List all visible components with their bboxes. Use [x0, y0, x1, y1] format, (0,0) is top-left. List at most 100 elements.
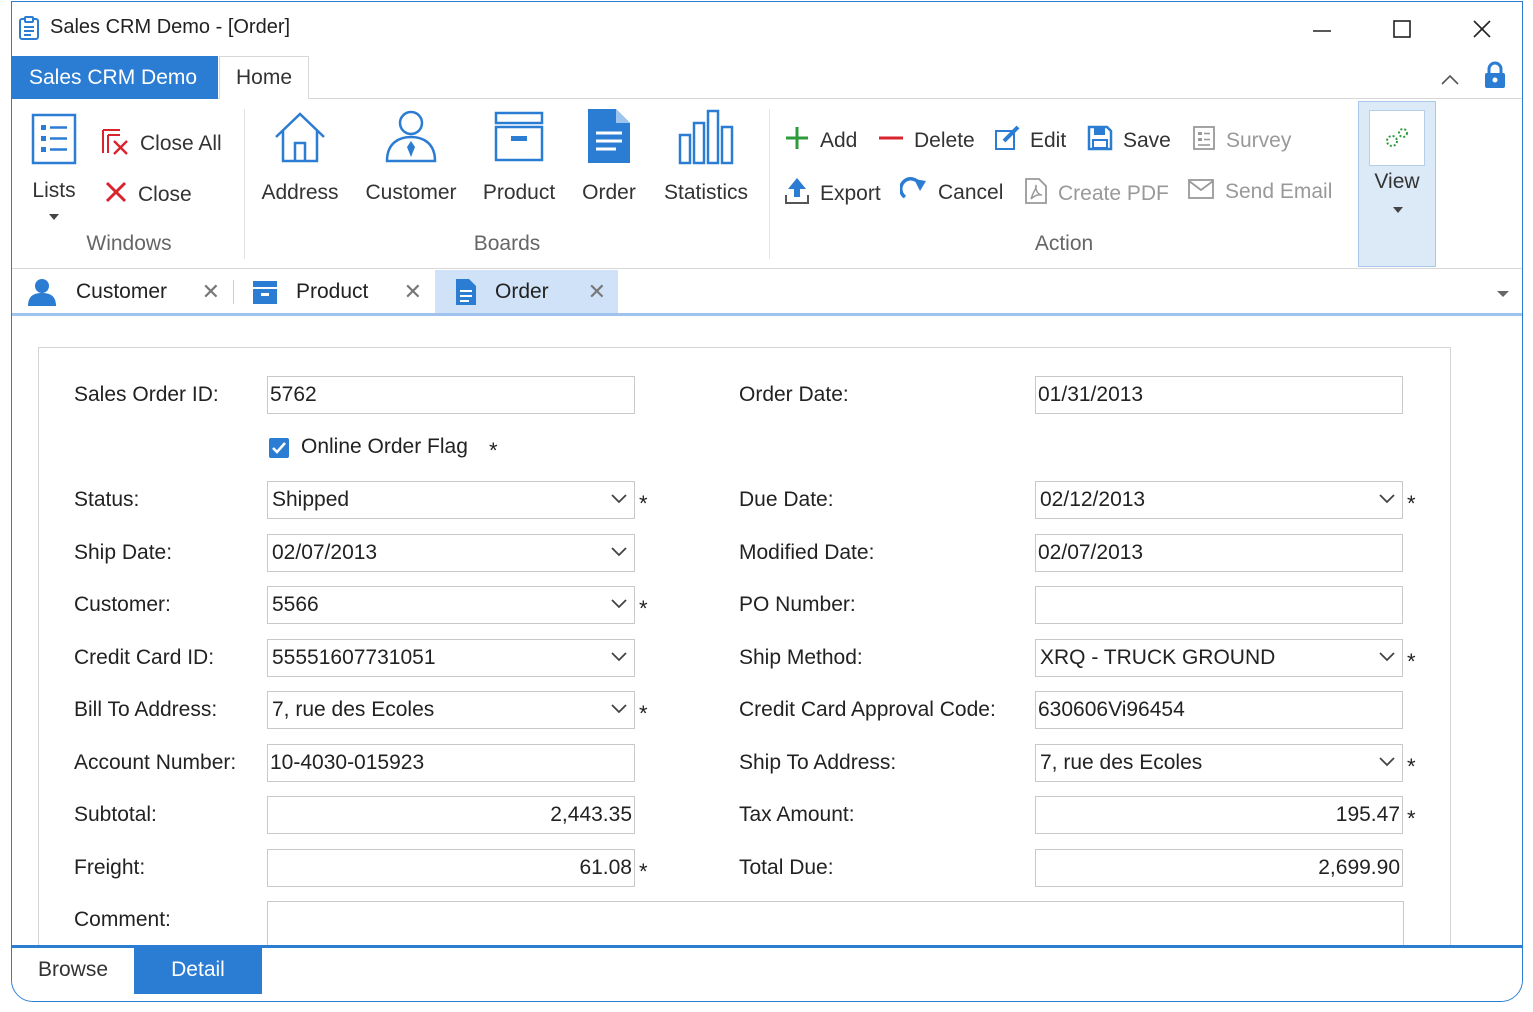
tab-customer[interactable]: Customer ✕ — [12, 270, 232, 313]
chevron-down-icon — [611, 704, 627, 714]
order-date-field[interactable]: 01/31/2013 — [1035, 376, 1403, 414]
subtotal-label: Subtotal: — [74, 803, 157, 826]
export-button[interactable]: Export — [784, 177, 881, 211]
document-icon — [455, 278, 477, 306]
clipboard-icon — [18, 16, 40, 40]
chevron-down-icon — [611, 599, 627, 609]
ship-to-address-label: Ship To Address: — [739, 751, 897, 774]
freight-field[interactable]: 61.08 — [267, 849, 635, 887]
statistics-board-button[interactable]: Statistics — [656, 107, 756, 205]
close-button[interactable]: Close — [104, 180, 192, 210]
customer-combo[interactable]: 5566 — [267, 586, 635, 624]
ship-method-combo[interactable]: XRQ - TRUCK GROUND — [1035, 639, 1403, 677]
product-label: Product — [482, 181, 556, 204]
save-button[interactable]: Save — [1087, 125, 1171, 157]
statistics-label: Statistics — [663, 181, 749, 204]
maximize-button[interactable] — [1362, 8, 1442, 50]
online-order-flag-label: Online Order Flag — [301, 435, 468, 458]
chevron-down-icon — [611, 494, 627, 504]
collapse-ribbon-icon[interactable] — [1440, 68, 1460, 92]
minimize-button[interactable] — [1282, 8, 1362, 50]
close-tab-icon[interactable]: ✕ — [404, 279, 422, 305]
product-board-button[interactable]: Product — [479, 107, 559, 205]
due-date-value: 02/12/2013 — [1040, 488, 1146, 511]
minus-icon — [878, 125, 904, 157]
customer-label: Customer: — [74, 593, 171, 616]
ship-method-value: XRQ - TRUCK GROUND — [1040, 646, 1276, 669]
tax-amount-field[interactable]: 195.47 — [1035, 796, 1403, 834]
due-date-picker[interactable]: 02/12/2013 — [1035, 481, 1403, 519]
house-icon — [272, 109, 328, 171]
close-all-button[interactable]: Close All — [100, 127, 222, 161]
tab-product[interactable]: Product ✕ — [238, 270, 434, 313]
order-board-button[interactable]: Order — [574, 107, 644, 205]
close-x-icon — [104, 180, 128, 210]
required-marker: * — [1407, 649, 1416, 674]
po-number-field[interactable] — [1035, 586, 1403, 624]
cancel-button[interactable]: Cancel — [899, 177, 1003, 209]
maximize-icon — [1393, 20, 1411, 38]
total-due-field[interactable]: 2,699.90 — [1035, 849, 1403, 887]
modified-date-label: Modified Date: — [739, 541, 875, 564]
modified-date-field[interactable]: 02/07/2013 — [1035, 534, 1403, 572]
box-icon — [252, 279, 278, 305]
lock-icon[interactable] — [1482, 60, 1508, 96]
add-label: Add — [820, 129, 858, 152]
sales-order-id-field[interactable]: 5762 — [267, 376, 635, 414]
close-tab-icon[interactable]: ✕ — [588, 279, 606, 305]
tab-browse[interactable]: Browse — [12, 948, 134, 994]
minimize-icon — [1313, 30, 1331, 32]
bill-to-address-label: Bill To Address: — [74, 698, 218, 721]
add-button[interactable]: Add — [784, 125, 857, 157]
chevron-down-icon — [611, 652, 627, 662]
group-divider — [769, 109, 770, 259]
order-label: Order — [582, 181, 636, 204]
delete-button[interactable]: Delete — [878, 125, 975, 157]
tab-app-menu[interactable]: Sales CRM Demo — [12, 56, 218, 99]
cc-approval-code-field[interactable]: 630606Vi96454 — [1035, 691, 1403, 729]
tab-detail[interactable]: Detail — [134, 948, 262, 994]
lists-label: Lists — [32, 179, 76, 202]
bar-chart-icon — [676, 109, 736, 171]
status-combo[interactable]: Shipped — [267, 481, 635, 519]
close-icon — [1473, 20, 1491, 38]
subtotal-field[interactable]: 2,443.35 — [267, 796, 635, 834]
ship-date-picker[interactable]: 02/07/2013 — [267, 534, 635, 572]
po-number-label: PO Number: — [739, 593, 856, 616]
edit-label: Edit — [1030, 129, 1067, 152]
close-window-button[interactable] — [1442, 8, 1522, 50]
plus-icon — [784, 125, 810, 157]
floppy-disk-icon — [1087, 125, 1113, 157]
edit-button[interactable]: Edit — [994, 125, 1066, 157]
account-number-label: Account Number: — [74, 751, 237, 774]
send-email-button[interactable]: Send Email — [1187, 177, 1332, 207]
close-tab-icon[interactable]: ✕ — [202, 279, 220, 305]
app-window: Sales CRM Demo - [Order] Sales CRM Demo … — [11, 1, 1523, 1002]
online-order-flag-checkbox[interactable] — [269, 438, 289, 458]
account-number-field[interactable]: 10-4030-015923 — [267, 744, 635, 782]
tab-divider — [233, 280, 234, 304]
ship-method-label: Ship Method: — [739, 646, 863, 669]
tab-list-dropdown-icon[interactable] — [1496, 290, 1510, 298]
ship-to-address-combo[interactable]: 7, rue des Ecoles — [1035, 744, 1403, 782]
bill-to-address-combo[interactable]: 7, rue des Ecoles — [267, 691, 635, 729]
required-marker: * — [1407, 491, 1416, 516]
view-button[interactable]: View — [1358, 101, 1436, 267]
create-pdf-button[interactable]: Create PDF — [1024, 177, 1169, 211]
lists-button[interactable]: Lists — [24, 107, 84, 227]
credit-card-id-combo[interactable]: 55551607731051 — [267, 639, 635, 677]
survey-button[interactable]: Survey — [1192, 125, 1291, 157]
customer-board-button[interactable]: Customer — [361, 107, 461, 205]
undo-arrow-icon — [899, 177, 928, 209]
close-all-icon — [100, 127, 130, 161]
address-board-button[interactable]: Address — [257, 107, 343, 205]
envelope-icon — [1187, 177, 1215, 207]
chevron-down-icon — [611, 547, 627, 557]
tab-order[interactable]: Order ✕ — [435, 270, 618, 313]
tab-home[interactable]: Home — [219, 56, 309, 100]
chevron-down-icon — [1379, 494, 1395, 504]
required-marker: * — [1407, 754, 1416, 779]
status-label: Status: — [74, 488, 140, 511]
required-marker: * — [489, 438, 498, 463]
document-icon — [584, 107, 634, 171]
